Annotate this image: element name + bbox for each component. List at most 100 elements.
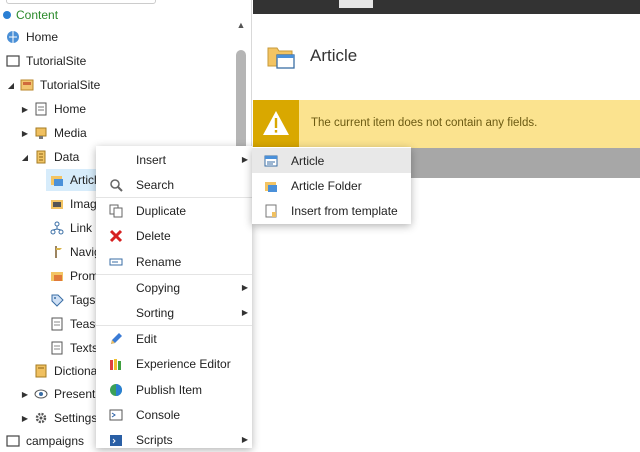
menu-item-rename[interactable]: Rename xyxy=(96,249,252,274)
data-icon xyxy=(34,150,48,164)
crayons-icon xyxy=(108,356,124,372)
duplicate-icon xyxy=(108,203,124,219)
tag-icon xyxy=(50,293,64,307)
tree-item-label: Data xyxy=(54,150,80,164)
tree-item-label: Dictiona xyxy=(54,364,98,378)
tree-item-data[interactable]: ◢ Data xyxy=(20,146,79,168)
tree-item-label: Tags xyxy=(70,293,96,307)
article-folder-icon xyxy=(264,179,278,193)
menu-item-label: Scripts xyxy=(136,432,173,447)
tree-item-tags[interactable]: Tags xyxy=(50,289,95,311)
menu-item-label: Rename xyxy=(136,254,182,269)
article-folder-icon xyxy=(50,173,64,187)
submenu-item-article[interactable]: Article xyxy=(252,148,411,173)
tree-item-campaigns[interactable]: campaigns xyxy=(6,430,84,448)
tree-item-label: Link I xyxy=(70,221,99,235)
home-globe-icon xyxy=(6,30,20,44)
console-icon xyxy=(108,407,124,423)
submenu-item-insert-from-template[interactable]: Insert from template xyxy=(252,198,411,223)
toolbar-button[interactable] xyxy=(339,0,373,8)
submenu-item-article-folder[interactable]: Article Folder xyxy=(252,173,411,198)
tree-item-label: Content xyxy=(16,8,59,22)
menu-item-label: Delete xyxy=(136,228,171,243)
article-template-icon xyxy=(264,154,278,168)
tree-item-label: Media xyxy=(54,126,87,140)
tree-item-tutorialsite[interactable]: ◢ TutorialSite xyxy=(6,74,100,96)
eye-icon xyxy=(34,387,48,401)
tree-item-label: Articl xyxy=(70,173,97,187)
site-folder-icon xyxy=(20,78,34,92)
expand-arrow-icon[interactable]: ▶ xyxy=(20,413,30,423)
document-icon xyxy=(50,317,64,331)
expand-arrow-icon[interactable]: ▶ xyxy=(20,128,30,138)
tree-item-settings[interactable]: ▶ Settings xyxy=(20,407,97,429)
menu-item-sorting[interactable]: Sorting ▶ xyxy=(96,300,252,325)
tree-item-links[interactable]: Link I xyxy=(50,217,99,239)
link-icon xyxy=(50,221,64,235)
menu-item-label: Duplicate xyxy=(136,203,187,218)
tree-item-label: Prom xyxy=(70,269,99,283)
tree-item-label: TutorialSite xyxy=(26,54,87,68)
media-icon xyxy=(34,126,48,140)
folder-icon xyxy=(6,434,20,448)
delete-x-icon xyxy=(108,228,124,244)
menu-item-insert[interactable]: Insert ▶ xyxy=(96,147,252,172)
tree-item-texts[interactable]: Texts xyxy=(50,337,98,359)
tree-item-promos[interactable]: Prom xyxy=(50,265,99,287)
tree-item-media[interactable]: ▶ Media xyxy=(20,122,87,144)
tree-item-navigation[interactable]: Navig xyxy=(50,241,101,263)
tree-item-label: Settings xyxy=(54,411,98,425)
tree-item-label: campaigns xyxy=(26,434,85,448)
tree-item-article-selected[interactable]: Articl xyxy=(46,169,102,191)
menu-item-delete[interactable]: Delete xyxy=(96,223,252,248)
publish-globe-icon xyxy=(108,382,124,398)
tree-item-presentation[interactable]: ▶ Presenta xyxy=(20,383,102,405)
menu-item-label: Copying xyxy=(136,280,181,295)
menu-item-copying[interactable]: Copying ▶ xyxy=(96,275,252,300)
menu-item-duplicate[interactable]: Duplicate xyxy=(96,198,252,223)
template-page-icon xyxy=(264,204,278,218)
submenu-item-label: Article Folder xyxy=(291,178,362,193)
tree-item-home-page[interactable]: ▶ Home xyxy=(20,98,86,120)
image-folder-icon xyxy=(50,197,64,211)
insert-submenu: Article Article Folder Insert from templ… xyxy=(252,147,411,224)
menu-item-edit[interactable]: Edit xyxy=(96,326,252,351)
submenu-arrow-icon: ▶ xyxy=(241,283,248,292)
tree-item-home[interactable]: Home xyxy=(6,26,58,48)
submenu-arrow-icon: ▶ xyxy=(241,155,248,164)
menu-item-label: Experience Editor xyxy=(136,356,231,371)
tree-item-label: Imag xyxy=(70,197,97,211)
tree-item-tutorialsite-folder[interactable]: TutorialSite xyxy=(6,50,86,72)
tree-item-label: Texts xyxy=(70,341,99,355)
tree-root-content[interactable]: Content xyxy=(0,4,58,26)
expand-arrow-icon[interactable]: ▶ xyxy=(20,389,30,399)
search-icon xyxy=(108,177,124,193)
tree-item-label: Home xyxy=(54,102,87,116)
menu-item-experience-editor[interactable]: Experience Editor xyxy=(96,351,252,376)
tree-item-dictionary[interactable]: Dictiona xyxy=(34,360,97,382)
context-menu: Insert ▶ Search Duplicate Delete Rename … xyxy=(96,146,252,448)
menu-item-label: Publish Item xyxy=(136,382,203,397)
site-icon xyxy=(6,54,20,68)
collapse-arrow-icon[interactable]: ◢ xyxy=(20,152,30,162)
tree-item-teasers[interactable]: Tease xyxy=(50,313,102,335)
tree-item-images[interactable]: Imag xyxy=(50,193,97,215)
scripts-icon xyxy=(108,432,124,448)
submenu-item-label: Insert from template xyxy=(291,203,398,218)
menu-item-label: Search xyxy=(136,177,175,192)
page-icon xyxy=(34,102,48,116)
scroll-up-arrow-icon[interactable]: ▲ xyxy=(235,20,247,30)
menu-item-label: Insert xyxy=(136,152,167,167)
collapse-arrow-icon[interactable]: ◢ xyxy=(6,80,16,90)
tree-item-label: Home xyxy=(26,30,59,44)
expand-arrow-icon[interactable]: ▶ xyxy=(20,104,30,114)
menu-item-publish-item[interactable]: Publish Item xyxy=(96,377,252,402)
menu-item-console[interactable]: Console xyxy=(96,402,252,427)
promo-folder-icon xyxy=(50,269,64,283)
signpost-icon xyxy=(50,245,64,259)
menu-item-search[interactable]: Search xyxy=(96,172,252,197)
tree-item-label: TutorialSite xyxy=(40,78,101,92)
menu-item-scripts[interactable]: Scripts ▶ xyxy=(96,427,252,452)
submenu-item-label: Article xyxy=(291,153,325,168)
document-icon xyxy=(50,341,64,355)
